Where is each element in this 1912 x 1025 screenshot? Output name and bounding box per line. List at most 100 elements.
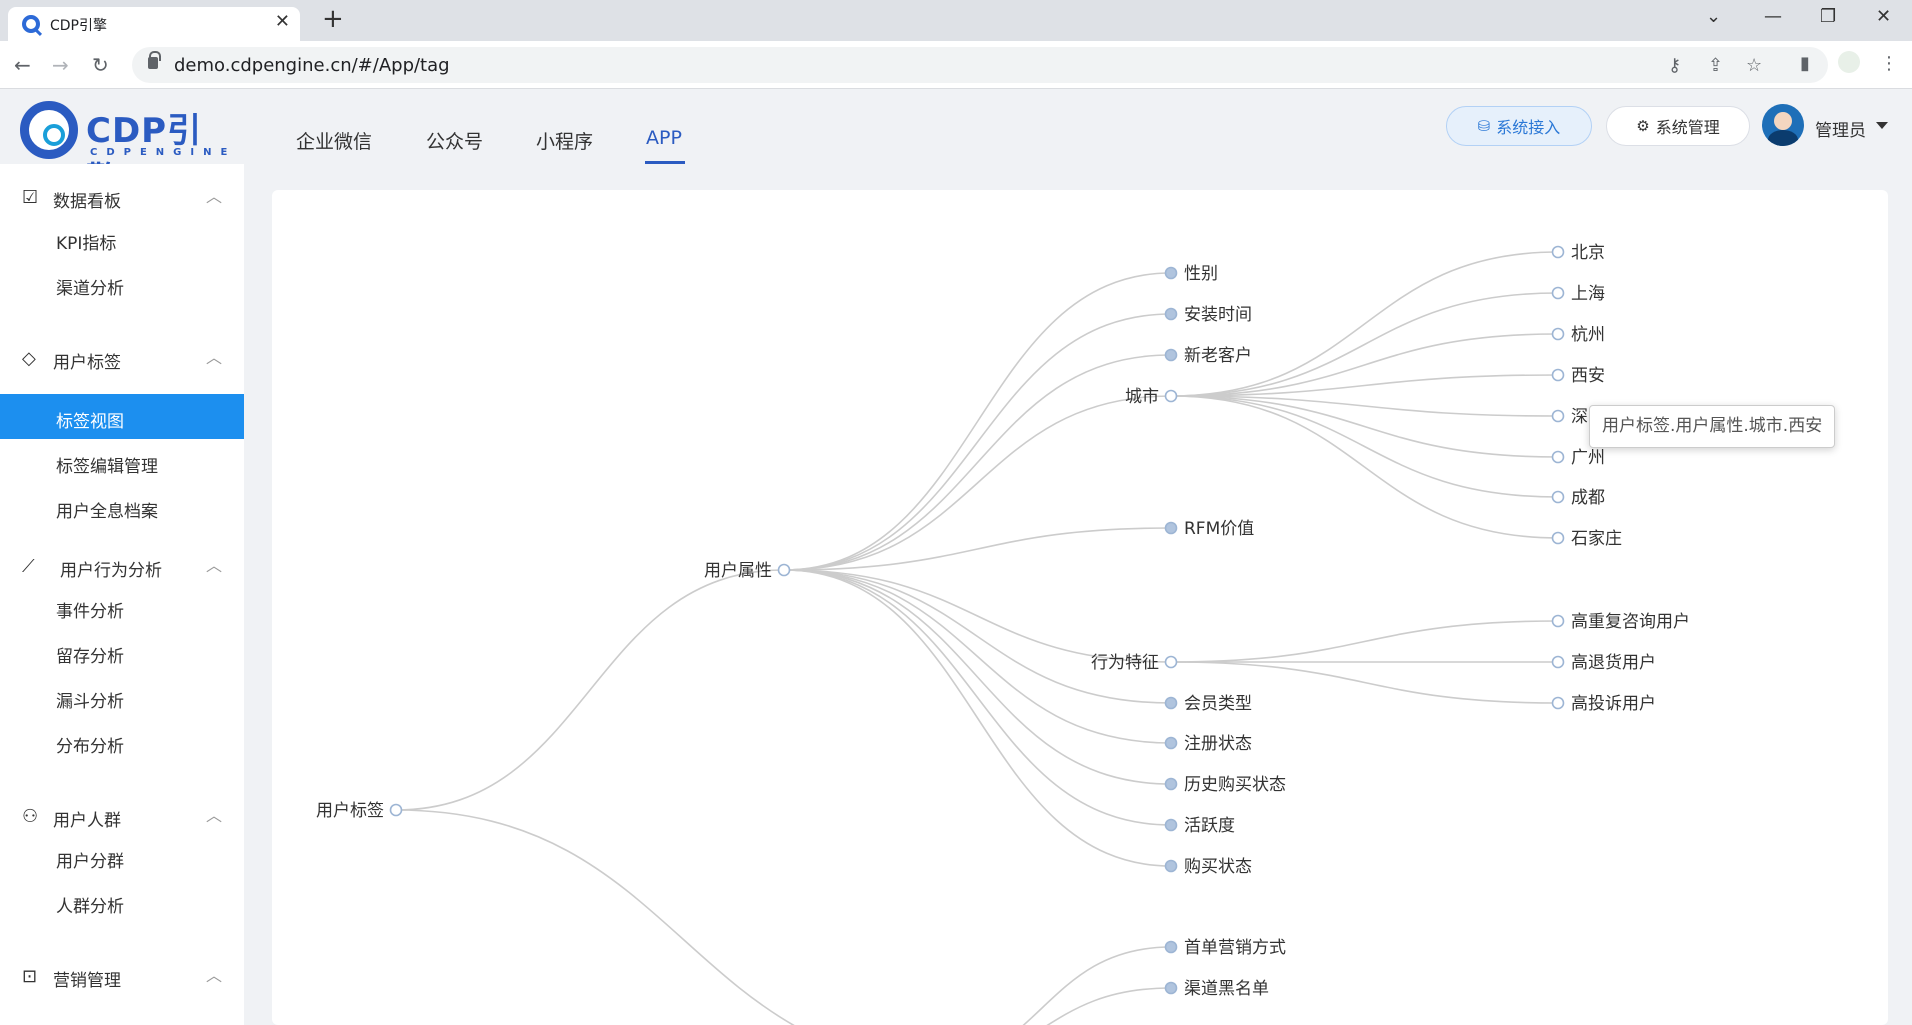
tree-behavior-node[interactable] <box>1551 696 1565 710</box>
side-panel-icon[interactable]: ▮ <box>1800 53 1810 74</box>
tree-attribute-node[interactable] <box>1164 266 1178 280</box>
tree-attribute-label[interactable]: 活跃度 <box>1184 816 1235 836</box>
tree-behavior-label[interactable]: 高重复咨询用户 <box>1571 612 1690 632</box>
tree-city-label[interactable]: 成都 <box>1571 488 1605 508</box>
tree-behavior-node[interactable] <box>1551 655 1565 669</box>
tree-city-label[interactable]: 广州 <box>1571 448 1605 468</box>
key-icon[interactable]: ⚷ <box>1668 55 1681 76</box>
username[interactable]: 管理员 <box>1815 116 1866 141</box>
tree-city-label[interactable]: 上海 <box>1571 284 1605 304</box>
tree-city-label[interactable]: 深 <box>1571 407 1588 427</box>
tree-attribute-node[interactable] <box>1164 859 1178 873</box>
sidebar-item-tag-edit[interactable]: 标签编辑管理 <box>0 439 244 484</box>
tree-attribute-label[interactable]: 安装时间 <box>1184 305 1252 325</box>
sidebar-group-user-tags[interactable]: ◇ 用户标签 ︿ <box>0 344 244 374</box>
tree-city-node[interactable] <box>1551 245 1565 259</box>
sidebar-item-kpi[interactable]: KPI指标 <box>0 216 244 261</box>
close-window-icon[interactable]: ✕ <box>1876 6 1891 27</box>
tree-behavior-label[interactable]: 高退货用户 <box>1571 653 1656 673</box>
sidebar-item-segment[interactable]: 用户分群 <box>0 834 244 879</box>
forward-icon[interactable]: → <box>52 53 69 77</box>
nav-qywx[interactable]: 企业微信 <box>296 127 372 154</box>
tree-user-attributes-node[interactable] <box>777 563 791 577</box>
tree-attribute-label[interactable]: 会员类型 <box>1184 694 1252 714</box>
bookmark-star-icon[interactable]: ☆ <box>1746 55 1762 76</box>
reload-icon[interactable]: ↻ <box>92 53 109 77</box>
logo-gear-icon <box>20 101 78 159</box>
tree-marketing-node[interactable] <box>1164 940 1178 954</box>
tag-tree: 用户标签 用户属性 性别安装时间新老客户城市 RFM价值行为特征会员类型注册状态历史购… <box>316 243 1690 1025</box>
back-icon[interactable]: ← <box>14 53 31 77</box>
tree-attribute-label[interactable]: 行为特征 <box>1091 653 1159 673</box>
tab-search-icon[interactable]: ⌄ <box>1706 6 1721 27</box>
tree-attribute-node[interactable] <box>1164 818 1178 832</box>
nav-gzh[interactable]: 公众号 <box>426 127 483 154</box>
tree-city-node[interactable] <box>1551 286 1565 300</box>
tree-behavior-node[interactable] <box>1551 614 1565 628</box>
system-manage-button[interactable]: ⚙ 系统管理 <box>1606 106 1750 146</box>
tree-marketing-node[interactable] <box>1164 981 1178 995</box>
sidebar-group-dashboard[interactable]: ☑ 数据看板 ︿ <box>0 183 244 213</box>
system-access-button[interactable]: ⛁ 系统接入 <box>1446 106 1592 146</box>
tree-attribute-node[interactable] <box>1164 736 1178 750</box>
tree-marketing-label[interactable]: 渠道黑名单 <box>1184 979 1269 999</box>
tree-city-label[interactable]: 西安 <box>1571 366 1605 386</box>
close-tab-icon[interactable]: ✕ <box>275 11 290 32</box>
tree-city-node[interactable] <box>1551 409 1565 423</box>
sidebar-group-marketing[interactable]: ⊡ 营销管理 ︿ <box>0 962 244 992</box>
share-icon[interactable]: ⇪ <box>1708 55 1723 76</box>
sidebar-group-behavior[interactable]: ⟋ 用户行为分析 ︿ <box>0 552 244 582</box>
tree-city-label[interactable]: 北京 <box>1571 243 1605 263</box>
tree-attribute-node[interactable] <box>1164 307 1178 321</box>
restore-icon[interactable]: ❐ <box>1820 6 1836 27</box>
sidebar-item-funnel[interactable]: 漏斗分析 <box>0 674 244 719</box>
tree-marketing-label[interactable]: 首单营销方式 <box>1184 938 1286 958</box>
tree-attribute-node[interactable] <box>1164 696 1178 710</box>
nav-xcx[interactable]: 小程序 <box>536 127 593 154</box>
chevron-down-icon[interactable] <box>1876 122 1888 129</box>
sidebar-item-tag-view[interactable]: 标签视图 <box>0 394 244 439</box>
sidebar-item-crowd-analysis[interactable]: 人群分析 <box>0 879 244 924</box>
address-bar[interactable]: demo.cdpengine.cn/#/App/tag ⚷ ⇪ ☆ <box>132 47 1828 83</box>
sidebar-item-channel[interactable]: 渠道分析 <box>0 261 244 306</box>
sidebar-item-distribution[interactable]: 分布分析 <box>0 719 244 764</box>
tree-user-attributes-label[interactable]: 用户属性 <box>704 561 772 581</box>
tree-attribute-node[interactable] <box>1164 777 1178 791</box>
menu-dots-icon[interactable]: ⋮ <box>1880 53 1898 74</box>
tree-city-node[interactable] <box>1551 327 1565 341</box>
tree-city-node[interactable] <box>1551 368 1565 382</box>
tree-attribute-node[interactable] <box>1164 521 1178 535</box>
tree-city-label[interactable]: 石家庄 <box>1571 529 1622 549</box>
tree-behavior-label[interactable]: 高投诉用户 <box>1571 694 1656 714</box>
browser-tab[interactable]: CDP引擎 ✕ <box>8 7 300 41</box>
tree-attribute-label[interactable]: 新老客户 <box>1184 346 1252 366</box>
tree-city-node[interactable] <box>1551 531 1565 545</box>
tree-attribute-label[interactable]: RFM价值 <box>1184 519 1254 539</box>
tree-attribute-label[interactable]: 性别 <box>1184 264 1218 284</box>
minimize-icon[interactable]: — <box>1764 6 1782 27</box>
tree-attribute-node[interactable] <box>1164 389 1178 403</box>
profile-icon[interactable] <box>1838 51 1860 73</box>
nav-app[interactable]: APP <box>646 127 682 149</box>
link-attr <box>783 569 1172 826</box>
avatar[interactable] <box>1762 104 1804 146</box>
tree-root-label[interactable]: 用户标签 <box>316 801 384 821</box>
sidebar-group-crowd[interactable]: ⚇ 用户人群 ︿ <box>0 802 244 832</box>
browser-tab-bar: CDP引擎 ✕ + ⌄ — ❐ ✕ <box>0 0 1912 41</box>
new-tab-icon[interactable]: + <box>322 4 344 34</box>
tree-attribute-node[interactable] <box>1164 348 1178 362</box>
tree-attribute-label[interactable]: 城市 <box>1125 387 1159 407</box>
sidebar-item-event[interactable]: 事件分析 <box>0 584 244 629</box>
tree-attribute-node[interactable] <box>1164 655 1178 669</box>
tree-attribute-label[interactable]: 历史购买状态 <box>1184 775 1286 795</box>
link-city <box>1170 395 1559 539</box>
sidebar-item-retention[interactable]: 留存分析 <box>0 629 244 674</box>
tree-attribute-label[interactable]: 注册状态 <box>1184 734 1252 754</box>
tree-attribute-label[interactable]: 购买状态 <box>1184 857 1252 877</box>
tree-city-node[interactable] <box>1551 450 1565 464</box>
tree-city-node[interactable] <box>1551 490 1565 504</box>
tree-root-node[interactable] <box>389 803 403 817</box>
tree-city-label[interactable]: 杭州 <box>1571 325 1605 345</box>
sidebar-item-user-profile[interactable]: 用户全息档案 <box>0 484 244 529</box>
sidebar-item-label: 标签编辑管理 <box>56 457 158 477</box>
